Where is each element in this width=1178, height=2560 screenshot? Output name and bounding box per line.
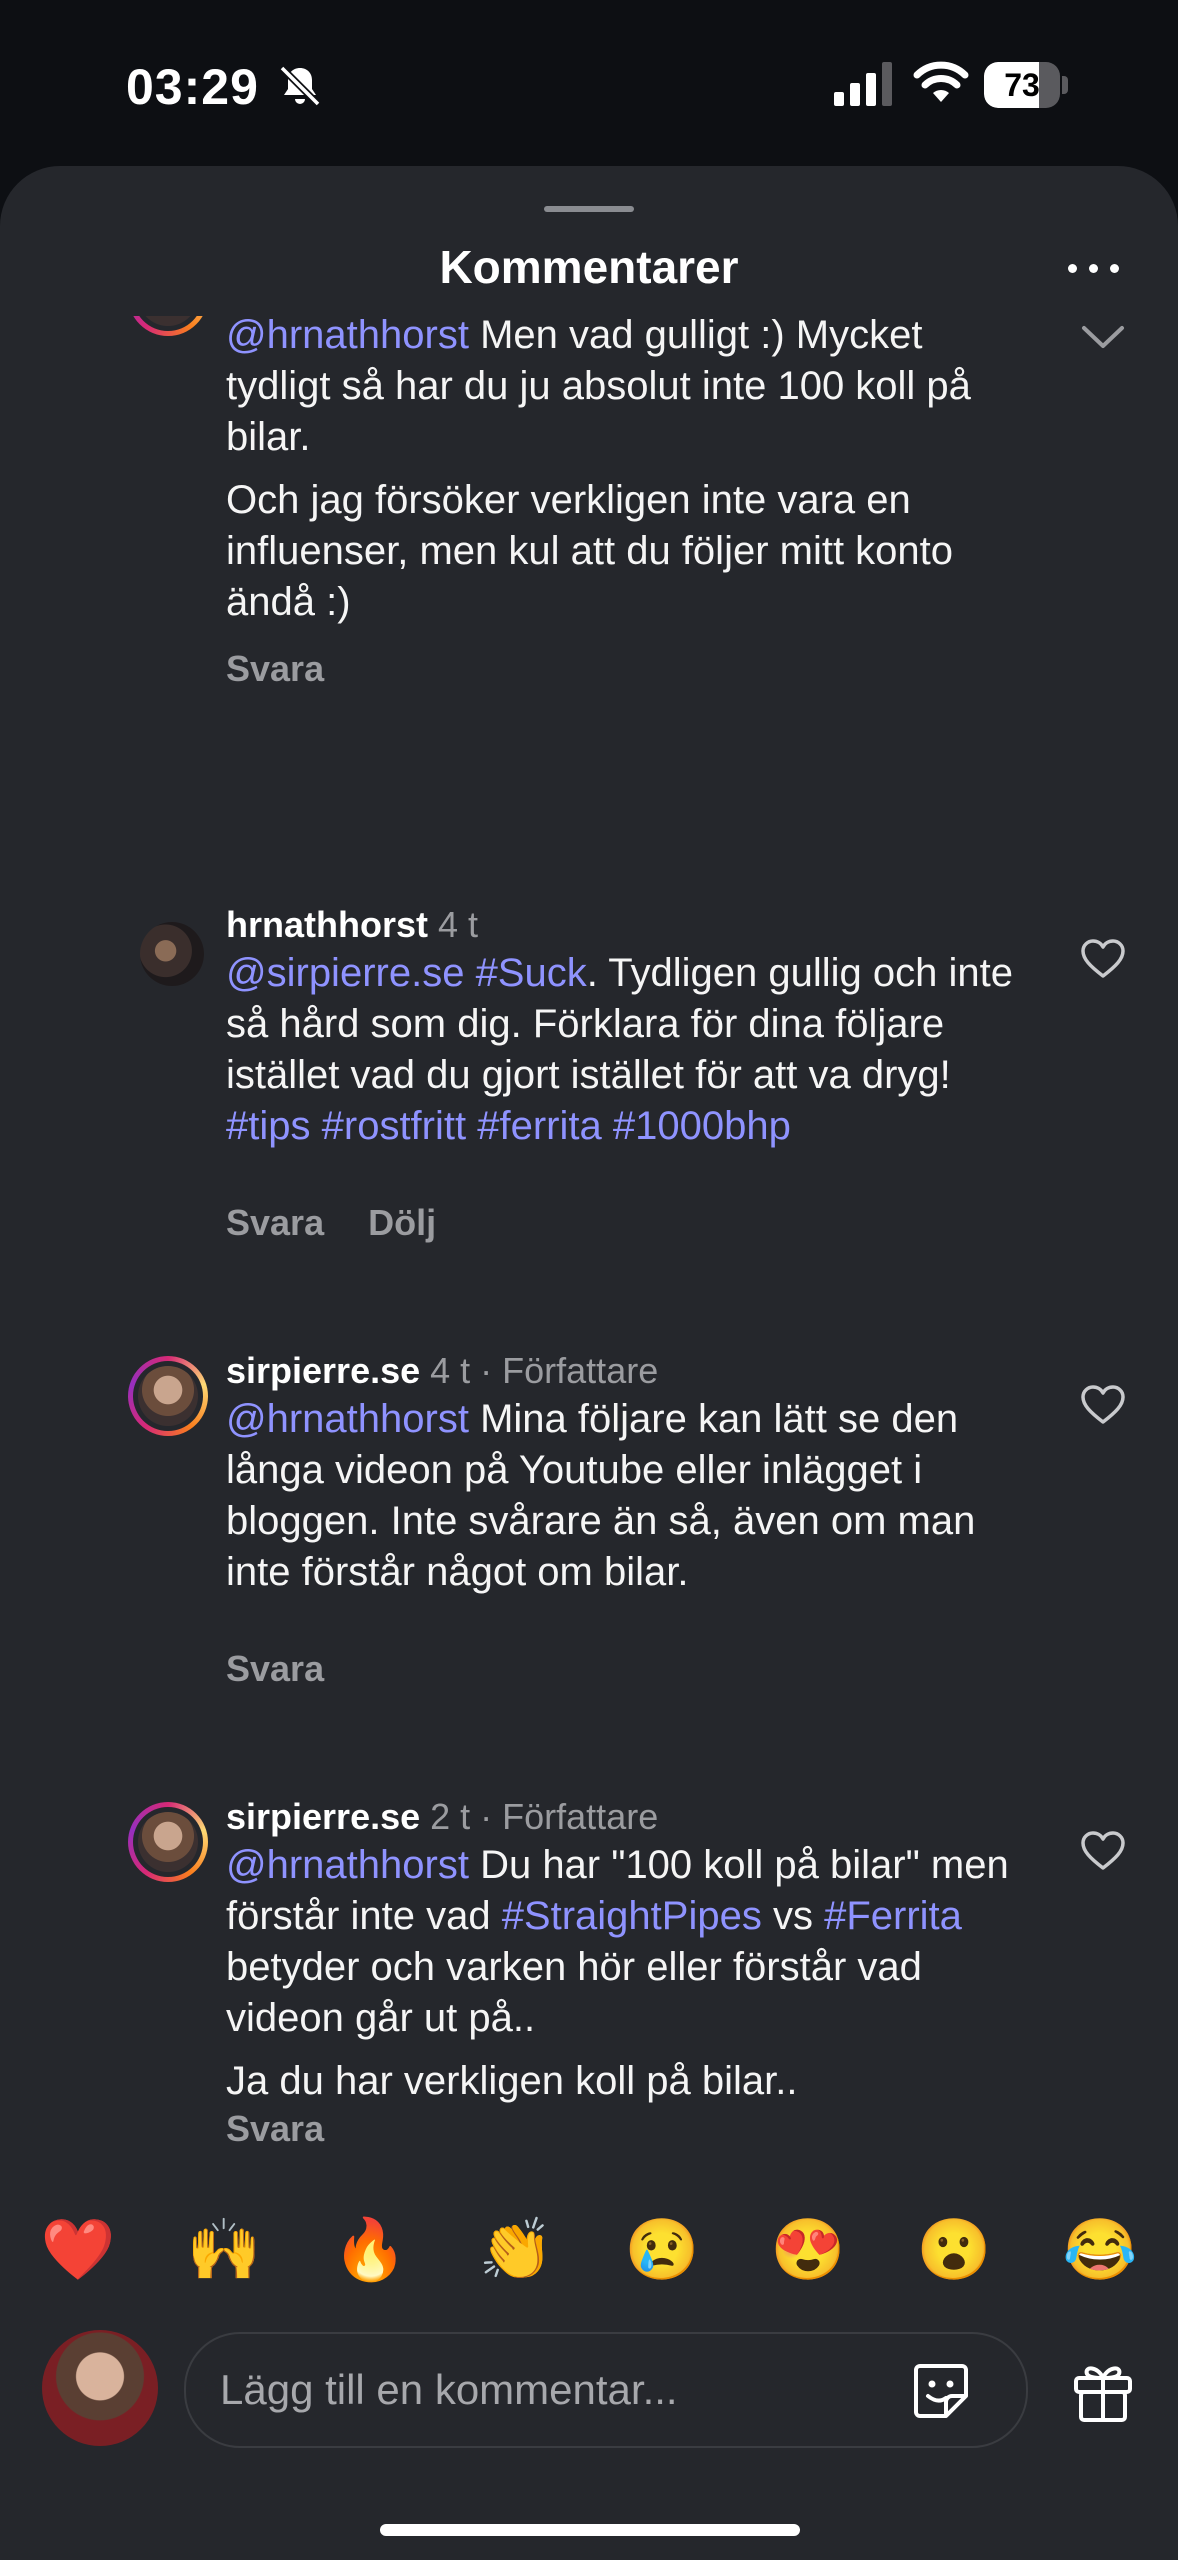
avatar[interactable] [128, 1356, 208, 1436]
comment-paragraph: @hrnathhorst Du har "100 koll på bilar" … [226, 1840, 1036, 2044]
comment-paragraph: Ja du har verkligen koll på bilar.. [226, 2056, 1036, 2107]
comment-input[interactable]: Lägg till en kommentar... [184, 2332, 1028, 2448]
comment-link[interactable]: #1000bhp [613, 1104, 791, 1148]
comment-actions: Svara Dölj [226, 1202, 480, 1244]
comment-paragraph: @hrnathhorst Men vad gulligt :) Mycket t… [226, 316, 1036, 463]
more-options-icon[interactable] [1064, 248, 1124, 288]
status-bar: 03:29 73 [0, 0, 1178, 170]
battery-percentage: 73 [1004, 67, 1040, 103]
emoji-reaction-bar: ❤️ 🙌 🔥 👏 😢 😍 😮 😂 [0, 2210, 1178, 2290]
avatar[interactable] [140, 922, 204, 986]
avatar[interactable] [128, 316, 208, 336]
heart-icon[interactable] [1080, 938, 1126, 980]
comment-text: @sirpierre.se #Suck. Tydligen gullig och… [226, 948, 1036, 1164]
comment-text-segment [464, 951, 475, 995]
current-user-avatar[interactable] [42, 2330, 158, 2446]
sticker-icon[interactable] [910, 2360, 972, 2422]
sheet-grabber[interactable] [544, 206, 634, 212]
comment-paragraph: Och jag försöker verkligen inte vara en … [226, 475, 1036, 628]
emoji-fire[interactable]: 🔥 [330, 2210, 410, 2290]
comment-username[interactable]: hrnathhorst [226, 904, 428, 945]
comment-text-segment [466, 1104, 477, 1148]
comment-link[interactable]: #Ferrita [824, 1894, 962, 1938]
heart-icon[interactable] [1080, 1830, 1126, 1872]
comment-meta: sirpierre.se 4 t · Författare [226, 1350, 658, 1392]
comment-text-segment [602, 1104, 613, 1148]
comment-username[interactable]: sirpierre.se [226, 1350, 420, 1391]
comment-link[interactable]: #StraightPipes [502, 1894, 762, 1938]
emoji-heart[interactable]: ❤️ [38, 2210, 118, 2290]
comment-timestamp: 2 t · Författare [420, 1796, 659, 1837]
emoji-laughing[interactable]: 😂 [1060, 2210, 1140, 2290]
comment-actions: Svara [226, 1648, 368, 1690]
reply-button[interactable]: Svara [226, 2108, 324, 2149]
comment-text-segment: vs [761, 1894, 825, 1938]
comment-text-segment [311, 1104, 322, 1148]
comment-link[interactable]: @hrnathhorst [226, 1843, 469, 1887]
home-indicator[interactable] [380, 2524, 800, 2536]
comment-text: @hrnathhorst Men vad gulligt :) Mycket t… [226, 316, 1036, 640]
emoji-crying[interactable]: 😢 [622, 2210, 702, 2290]
chevron-down-icon[interactable] [1080, 324, 1126, 350]
comment-meta: sirpierre.se 2 t · Författare [226, 1796, 658, 1838]
bell-slash-icon [279, 65, 321, 107]
comment-username[interactable]: sirpierre.se [226, 1796, 420, 1837]
comment-text: @hrnathhorst Mina följare kan lätt se de… [226, 1394, 1036, 1610]
comments-sheet: Kommentarer @hrnathhorst Men vad gulligt… [0, 166, 1178, 2560]
emoji-raising-hands[interactable]: 🙌 [184, 2210, 264, 2290]
reply-button[interactable]: Svara [226, 1202, 324, 1243]
comment-timestamp: 4 t [428, 904, 479, 945]
comment-link[interactable]: #ferrita [477, 1104, 602, 1148]
comment-link[interactable]: #tips [226, 1104, 311, 1148]
gift-icon[interactable] [1070, 2358, 1136, 2424]
comment-text-segment: Ja du har verkligen koll på bilar.. [226, 2059, 798, 2103]
battery-icon: 73 [984, 62, 1070, 108]
comment-actions: Svara [226, 648, 368, 690]
comment-list[interactable]: @hrnathhorst Men vad gulligt :) Mycket t… [0, 316, 1178, 2286]
wifi-icon [913, 61, 969, 102]
sheet-title: Kommentarer [439, 241, 739, 293]
comment-link[interactable]: @hrnathhorst [226, 1397, 469, 1441]
emoji-surprised[interactable]: 😮 [914, 2210, 994, 2290]
comment-timestamp: 4 t · Författare [420, 1350, 659, 1391]
comment-link[interactable]: #rostfritt [322, 1104, 466, 1148]
comment-link[interactable]: @hrnathhorst [226, 316, 469, 357]
reply-button[interactable]: Svara [226, 648, 324, 689]
comment-actions: Svara [226, 2108, 368, 2150]
hide-button[interactable]: Dölj [368, 1202, 436, 1243]
comment-text-segment: betyder och varken hör eller förstår vad… [226, 1945, 922, 2040]
comment-paragraph: @hrnathhorst Mina följare kan lätt se de… [226, 1394, 1036, 1598]
comment-text-segment: Och jag försöker verkligen inte vara en … [226, 478, 954, 624]
comment-meta: hrnathhorst 4 t [226, 904, 478, 946]
reply-button[interactable]: Svara [226, 1648, 324, 1689]
avatar[interactable] [128, 1802, 208, 1882]
status-time: 03:29 [126, 59, 259, 115]
comment-link[interactable]: @sirpierre.se [226, 951, 464, 995]
comment-text: @hrnathhorst Du har "100 koll på bilar" … [226, 1840, 1036, 2119]
heart-icon[interactable] [1080, 1384, 1126, 1426]
emoji-heart-eyes[interactable]: 😍 [768, 2210, 848, 2290]
comment-input-placeholder: Lägg till en kommentar... [220, 2366, 678, 2413]
emoji-clapping[interactable]: 👏 [476, 2210, 556, 2290]
comment-paragraph: @sirpierre.se #Suck. Tydligen gullig och… [226, 948, 1036, 1152]
comment-link[interactable]: #Suck [476, 951, 587, 995]
cellular-signal-icon [834, 62, 892, 106]
